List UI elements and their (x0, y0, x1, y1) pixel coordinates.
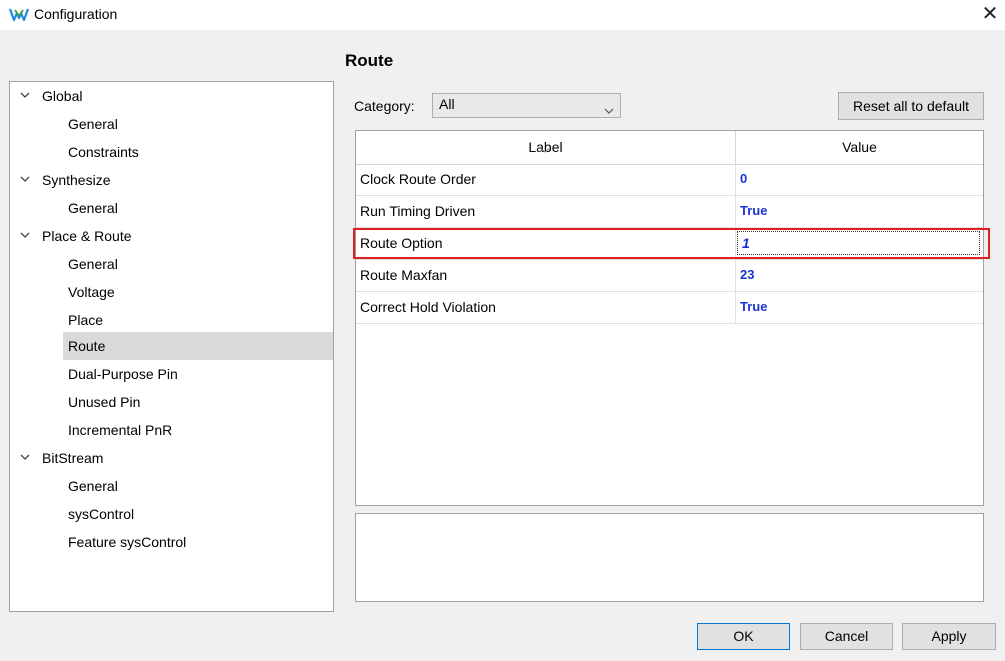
row-value: 1 (742, 235, 750, 251)
tree-item-unused-pin[interactable]: Unused Pin (10, 388, 333, 416)
sort-indicator-icon (539, 132, 551, 153)
tree-item-global-general[interactable]: General (10, 110, 333, 138)
tree-item-label: General (68, 200, 118, 216)
tree-item-synthesize[interactable]: Synthesize (10, 166, 333, 194)
column-header-value[interactable]: Value (736, 131, 983, 164)
tree-item-place[interactable]: Place (10, 306, 333, 334)
tree-item-syscontrol[interactable]: sysControl (10, 500, 333, 528)
tree-item-label: Place (68, 312, 104, 328)
column-header-label[interactable]: Label (356, 131, 736, 164)
tree-item-label: BitStream (42, 450, 104, 466)
window-title: Configuration (34, 6, 118, 22)
category-select[interactable]: All (432, 93, 621, 118)
row-value[interactable]: 0 (740, 171, 747, 186)
tree-item-label: General (68, 256, 118, 272)
chevron-down-icon[interactable] (20, 166, 30, 194)
tree-item-label: Incremental PnR (68, 422, 173, 438)
tree-item-label: sysControl (68, 506, 135, 522)
tree-item-pnr-general[interactable]: General (10, 250, 333, 278)
title-bar: Configuration ✕ (0, 0, 1005, 30)
row-label: Correct Hold Violation (360, 299, 496, 315)
tree-item-label: Synthesize (42, 172, 111, 188)
row-value[interactable]: True (740, 203, 767, 218)
tree-item-voltage[interactable]: Voltage (10, 278, 333, 306)
route-option-value-input[interactable]: 1 (737, 231, 980, 255)
table-row[interactable]: Route Maxfan 23 (356, 260, 983, 292)
table-header: Label Value (356, 131, 983, 165)
category-label: Category: (354, 98, 415, 114)
tree-item-label: General (68, 116, 118, 132)
app-logo-icon (8, 6, 30, 22)
ok-button[interactable]: OK (697, 623, 790, 650)
chevron-down-icon[interactable] (20, 222, 30, 250)
table-row[interactable]: Correct Hold Violation True (356, 292, 983, 324)
config-tree[interactable]: Global General Constraints Synthesize Ge… (9, 81, 334, 612)
tree-item-label: Unused Pin (68, 394, 141, 410)
tree-item-bitstream[interactable]: BitStream (10, 444, 333, 472)
row-value[interactable]: 23 (740, 267, 754, 282)
row-value[interactable]: True (740, 299, 767, 314)
cancel-button[interactable]: Cancel (800, 623, 893, 650)
table-row-selected[interactable]: Route Option 1 (356, 228, 983, 260)
reset-all-button[interactable]: Reset all to default (838, 92, 984, 120)
row-label: Run Timing Driven (360, 203, 476, 219)
tree-item-label: Global (42, 88, 83, 104)
close-icon[interactable]: ✕ (978, 2, 1002, 26)
tree-item-bitstream-general[interactable]: General (10, 472, 333, 500)
tree-item-route[interactable]: Route (10, 332, 333, 360)
category-selected-value: All (439, 96, 455, 112)
tree-item-label: Route (68, 338, 106, 354)
tree-item-dual-purpose-pin[interactable]: Dual-Purpose Pin (10, 360, 333, 388)
row-label: Route Option (360, 235, 443, 251)
table-row[interactable]: Clock Route Order 0 (356, 164, 983, 196)
tree-item-label: Constraints (68, 144, 139, 160)
tree-item-incremental-pnr[interactable]: Incremental PnR (10, 416, 333, 444)
row-label: Clock Route Order (360, 171, 476, 187)
tree-item-label: Place & Route (42, 228, 132, 244)
tree-item-label: Feature sysControl (68, 534, 187, 550)
tree-item-label: Voltage (68, 284, 115, 300)
chevron-down-icon[interactable] (20, 444, 30, 472)
tree-item-synthesize-general[interactable]: General (10, 194, 333, 222)
description-panel (355, 513, 984, 602)
tree-item-global[interactable]: Global (10, 82, 333, 110)
tree-item-constraints[interactable]: Constraints (10, 138, 333, 166)
table-row[interactable]: Run Timing Driven True (356, 196, 983, 228)
page-title: Route (345, 51, 394, 70)
tree-item-label: Dual-Purpose Pin (68, 366, 178, 382)
apply-button[interactable]: Apply (902, 623, 996, 650)
properties-table[interactable]: Label Value Clock Route Order 0 Run Timi… (355, 130, 984, 506)
tree-item-place-route[interactable]: Place & Route (10, 222, 333, 250)
tree-item-feature-syscontrol[interactable]: Feature sysControl (10, 528, 333, 556)
chevron-down-icon (604, 102, 614, 114)
chevron-down-icon[interactable] (20, 82, 30, 110)
tree-item-label: General (68, 478, 118, 494)
row-label: Route Maxfan (360, 267, 448, 283)
